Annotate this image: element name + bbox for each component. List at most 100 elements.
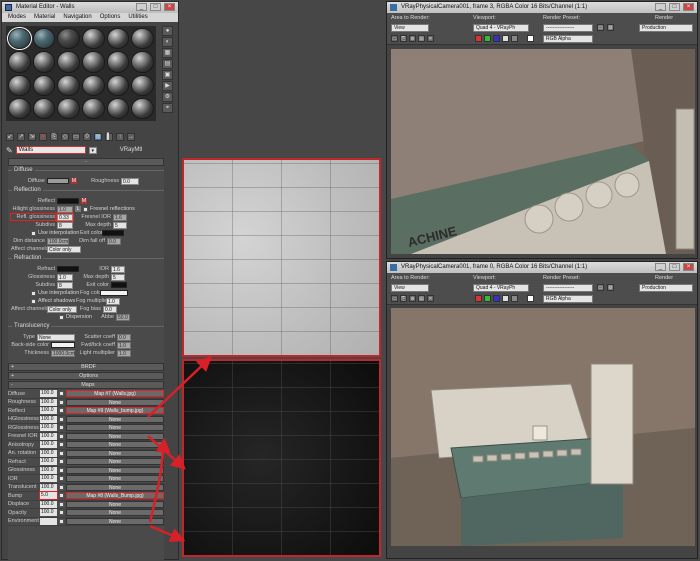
map-enable-checkbox[interactable] [59, 510, 64, 516]
green-channel-icon[interactable] [484, 35, 491, 42]
refr-glossiness-spinner[interactable]: 1.0 [57, 273, 73, 281]
clear-icon[interactable]: ✕ [427, 295, 434, 302]
map-enable-checkbox[interactable] [59, 476, 64, 482]
refl-exit-color-swatch[interactable] [102, 230, 124, 236]
map-enable-checkbox[interactable] [59, 391, 64, 397]
sample-slot[interactable] [131, 51, 154, 73]
show-map-icon[interactable]: ▦ [94, 133, 102, 141]
alpha-channel-icon[interactable] [502, 295, 509, 302]
red-channel-icon[interactable] [475, 295, 482, 302]
render-setup-icon[interactable]: ⚙ [607, 24, 614, 31]
map-slot-button[interactable]: None [66, 483, 164, 491]
assign-to-selection-icon[interactable]: ⇲ [28, 133, 36, 141]
map-amount-spinner[interactable]: 100.0 [40, 483, 57, 491]
scatter-coeff-spinner[interactable]: 0.0 [117, 333, 131, 341]
map-enable-checkbox[interactable] [59, 484, 64, 490]
map-enable-checkbox[interactable] [59, 493, 64, 499]
copy-image-icon[interactable]: ⎘ [400, 295, 407, 302]
reset-map-icon[interactable]: ✕ [39, 133, 47, 141]
map-enable-checkbox[interactable] [59, 467, 64, 473]
refr-max-depth-spinner[interactable]: 5 [111, 273, 125, 281]
sample-slot[interactable] [57, 97, 80, 119]
sample-slot[interactable] [131, 97, 154, 119]
frame-top-minimize-button[interactable]: _ [655, 3, 666, 11]
sample-slot[interactable] [57, 28, 80, 50]
refl-subdivs-spinner[interactable]: 8 [57, 221, 73, 229]
sample-slot[interactable] [7, 26, 32, 51]
map-enable-checkbox[interactable] [59, 399, 64, 405]
render-preset-dropdown[interactable]: ----------------- [543, 284, 593, 292]
map-slot-button[interactable]: None [66, 458, 164, 466]
render-frame-top-titlebar[interactable]: VRayPhysicalCamera001, frame 3, RGBA Col… [387, 2, 697, 13]
sample-slot[interactable] [8, 51, 31, 73]
copy-image-icon[interactable]: ⎘ [400, 35, 407, 42]
map-amount-spinner[interactable]: 100.0 [40, 432, 57, 440]
refl-max-depth-spinner[interactable]: 5 [113, 221, 127, 229]
sample-slot[interactable] [131, 74, 154, 96]
backlight-icon[interactable]: ◐ [162, 37, 173, 47]
sample-slot[interactable] [81, 74, 105, 96]
sample-slot[interactable] [106, 97, 130, 119]
map-amount-spinner[interactable]: 100.0 [40, 407, 57, 415]
map-slot-button[interactable]: None [66, 432, 164, 440]
map-amount-spinner[interactable]: 100.0 [40, 475, 57, 483]
production-dropdown[interactable]: Production [639, 284, 693, 292]
translucency-type-dropdown[interactable]: None [37, 333, 75, 341]
render-setup-icon[interactable]: ⚙ [607, 284, 614, 291]
sample-slot[interactable] [81, 97, 105, 119]
uv-tiling-icon[interactable]: ▤ [162, 59, 173, 69]
green-channel-icon[interactable] [484, 295, 491, 302]
alpha-channel-icon[interactable] [502, 35, 509, 42]
viewport-dropdown[interactable]: Quad 4 - VRayPh [473, 24, 529, 32]
render-preset-dropdown[interactable]: ----------------- [543, 24, 593, 32]
select-by-material-icon[interactable]: ⌖ [162, 103, 173, 113]
sample-slot[interactable] [32, 51, 56, 73]
blue-channel-icon[interactable] [493, 295, 500, 302]
frame-bottom-minimize-button[interactable]: _ [655, 263, 666, 271]
material-type-button[interactable]: VRayMtl [120, 147, 143, 153]
sample-slot[interactable] [32, 74, 56, 96]
sample-slot[interactable] [8, 74, 31, 96]
unique-icon[interactable]: ◇ [61, 133, 69, 141]
refr-affect-channels-dropdown[interactable]: Color only [47, 305, 77, 313]
frame-top-maximize-button[interactable]: □ [669, 3, 680, 11]
refr-use-interpolation-checkbox[interactable] [31, 290, 36, 296]
map-slot-button[interactable]: Map #8 (Walls_Bump.jpg) [66, 492, 164, 500]
fog-color-swatch[interactable] [100, 290, 128, 296]
blue-channel-icon[interactable] [493, 35, 500, 42]
channel-dropdown[interactable]: RGB Alpha [543, 35, 593, 43]
close-button[interactable]: × [164, 3, 175, 11]
sample-slot[interactable] [81, 28, 105, 50]
menu-options[interactable]: Options [100, 13, 121, 22]
render-frame-bottom-titlebar[interactable]: VRayPhysicalCamera001, frame 0, RGBA Col… [387, 262, 697, 273]
put-to-library-icon[interactable]: ▭ [72, 133, 80, 141]
refl-glossiness-spinner[interactable]: 0.33 [56, 212, 74, 222]
frame-top-close-button[interactable]: × [683, 3, 694, 11]
map-amount-spinner[interactable]: 100.0 [40, 458, 57, 466]
sample-slot[interactable] [131, 28, 154, 50]
options-rollout[interactable]: + Options [8, 372, 164, 380]
fog-bias-spinner[interactable]: 0.0 [103, 305, 117, 313]
fresnel-ior-spinner[interactable]: 1.6 [113, 213, 127, 221]
refr-subdivs-spinner[interactable]: 8 [57, 281, 73, 289]
reflect-color-swatch[interactable] [57, 198, 79, 204]
hilight-lock-button[interactable]: L [75, 206, 81, 212]
map-enable-checkbox[interactable] [59, 442, 64, 448]
fresnel-checkbox[interactable] [83, 206, 88, 212]
brdf-rollout[interactable]: + BRDF [8, 363, 164, 371]
menu-material[interactable]: Material [34, 13, 55, 22]
map-slot-button[interactable]: None [66, 517, 164, 525]
make-preview-icon[interactable]: ▶ [162, 81, 173, 91]
material-name-dropdown[interactable]: ▾ [88, 146, 97, 154]
dim-falloff-spinner[interactable]: 0.0 [107, 237, 121, 245]
map-amount-spinner[interactable]: 100.0 [40, 449, 57, 457]
fwd-bck-coeff-spinner[interactable]: 1.0 [117, 341, 131, 349]
sample-slot[interactable] [106, 28, 130, 50]
map-slot-button[interactable]: None [66, 466, 164, 474]
map-enable-checkbox[interactable] [59, 408, 64, 414]
map-slot-button[interactable]: None [66, 415, 164, 423]
material-name-field[interactable]: Walls [15, 146, 86, 154]
dispersion-checkbox[interactable] [59, 314, 64, 320]
sample-slot[interactable] [8, 97, 31, 119]
map-slot-button[interactable]: None [66, 500, 164, 508]
